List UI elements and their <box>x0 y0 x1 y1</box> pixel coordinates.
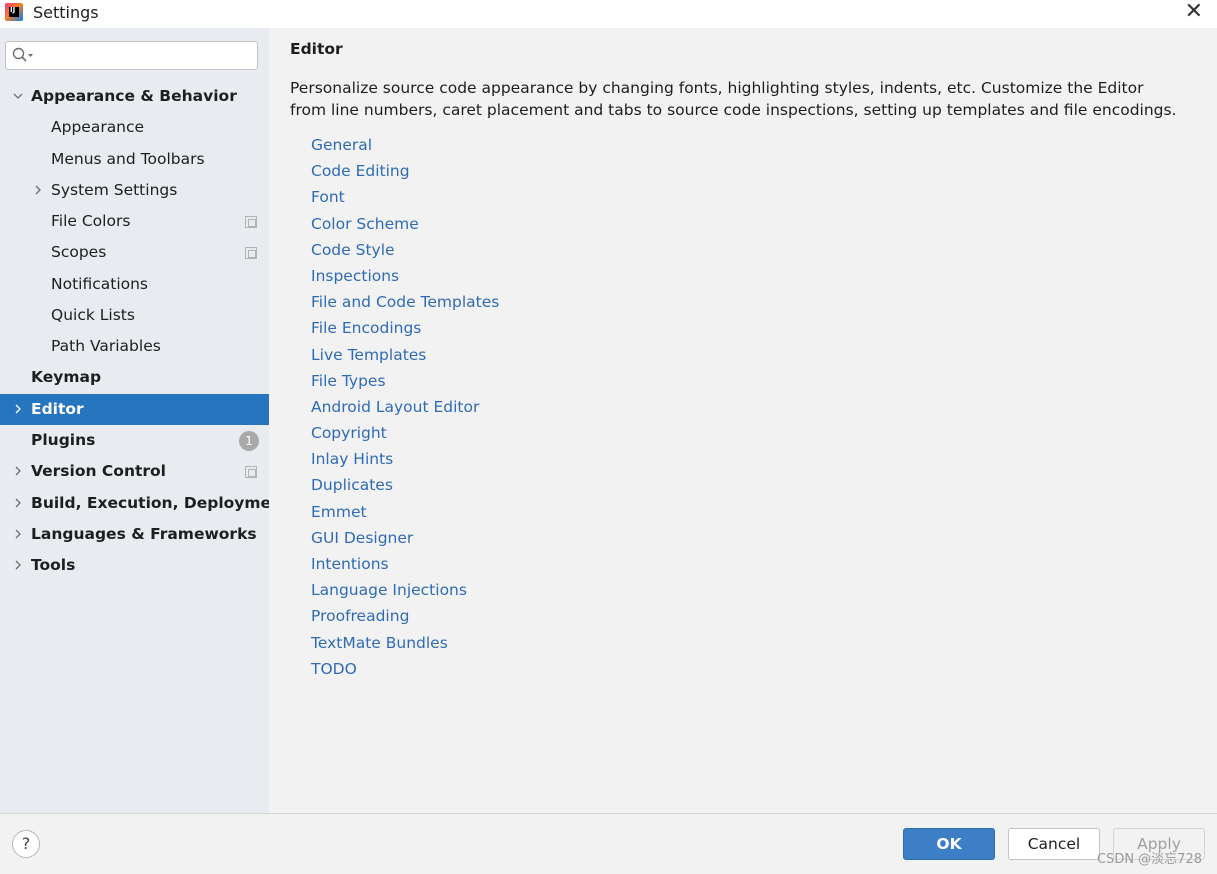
sidebar-item-languages-frameworks[interactable]: Languages & Frameworks <box>0 519 269 550</box>
intellij-logo-icon: IJ <box>5 3 23 21</box>
cancel-button[interactable]: Cancel <box>1008 828 1100 860</box>
update-count-badge: 1 <box>239 430 259 451</box>
link-color-scheme[interactable]: Color Scheme <box>311 211 499 237</box>
close-icon[interactable]: ✕ <box>1185 0 1203 24</box>
sidebar-item-appearance[interactable]: Appearance <box>0 112 269 143</box>
project-scope-icon <box>245 466 257 479</box>
sidebar-item-label: Appearance <box>51 118 145 137</box>
link-emmet[interactable]: Emmet <box>311 499 499 525</box>
link-language-injections[interactable]: Language Injections <box>311 577 499 603</box>
window-title: Settings <box>33 3 99 22</box>
chevron-right-icon[interactable] <box>13 404 23 414</box>
dialog-footer: ? OK Cancel Apply CSDN @淡忘728 <box>0 813 1217 874</box>
search-icon <box>12 47 33 62</box>
sidebar-item-label: System Settings <box>51 180 178 199</box>
link-code-style[interactable]: Code Style <box>311 237 499 263</box>
sidebar-item-system-settings[interactable]: System Settings <box>0 175 269 206</box>
sidebar-item-version-control[interactable]: Version Control <box>0 456 269 487</box>
sidebar-item-file-colors[interactable]: File Colors <box>0 206 269 237</box>
sidebar-item-label: Appearance & Behavior <box>31 87 237 105</box>
sidebar-item-label: File Colors <box>51 212 131 231</box>
sidebar-item-notifications[interactable]: Notifications <box>0 269 269 300</box>
page-title: Editor <box>290 40 343 58</box>
link-duplicates[interactable]: Duplicates <box>311 472 499 498</box>
sidebar-item-quick-lists[interactable]: Quick Lists <box>0 300 269 331</box>
chevron-right-icon[interactable] <box>33 185 43 195</box>
link-inlay-hints[interactable]: Inlay Hints <box>311 446 499 472</box>
link-android-layout-editor[interactable]: Android Layout Editor <box>311 394 499 420</box>
sidebar-item-label: Plugins <box>31 430 96 449</box>
ok-button[interactable]: OK <box>903 828 995 860</box>
chevron-right-icon[interactable] <box>13 529 23 539</box>
title-bar: IJ Settings ✕ <box>0 0 1217 28</box>
sidebar-item-tools[interactable]: Tools <box>0 550 269 581</box>
sidebar-item-label: Quick Lists <box>51 305 135 324</box>
sidebar-item-label: Version Control <box>31 462 166 481</box>
link-intentions[interactable]: Intentions <box>311 551 499 577</box>
sidebar-item-build-execution-deployment[interactable]: Build, Execution, Deployment <box>0 488 290 519</box>
project-scope-icon <box>245 247 257 260</box>
sidebar-item-appearance-behavior[interactable]: Appearance & Behavior <box>0 81 269 112</box>
settings-sidebar: Appearance & Behavior Appearance Menus and… <box>0 28 290 813</box>
sidebar-item-label: Languages & Frameworks <box>31 524 257 543</box>
chevron-right-icon[interactable] <box>13 498 23 508</box>
watermark: CSDN @淡忘728 <box>1096 852 1202 867</box>
editor-subsections-list: General Code Editing Font Color Scheme Code … <box>311 132 499 682</box>
link-general[interactable]: General <box>311 132 499 158</box>
link-file-types[interactable]: File Types <box>311 368 499 394</box>
sidebar-item-keymap[interactable]: Keymap <box>0 362 269 393</box>
sidebar-item-label: Tools <box>31 556 76 575</box>
sidebar-item-menus-and-toolbars[interactable]: Menus and Toolbars <box>0 144 269 175</box>
link-file-and-code-templates[interactable]: File and Code Templates <box>311 289 499 315</box>
sidebar-item-label: Path Variables <box>51 337 161 356</box>
search-input[interactable] <box>5 41 258 70</box>
link-textmate-bundles[interactable]: TextMate Bundles <box>311 630 499 656</box>
page-description: Personalize source code appearance by ch… <box>290 79 1177 119</box>
chevron-right-icon[interactable] <box>13 560 23 570</box>
link-gui-designer[interactable]: GUI Designer <box>311 525 499 551</box>
sidebar-item-label: Keymap <box>31 368 102 387</box>
sidebar-item-label: Scopes <box>51 243 107 262</box>
link-todo[interactable]: TODO <box>311 656 499 682</box>
link-code-editing[interactable]: Code Editing <box>311 158 499 184</box>
link-file-encodings[interactable]: File Encodings <box>311 315 499 341</box>
sidebar-item-label: Notifications <box>51 274 149 293</box>
link-live-templates[interactable]: Live Templates <box>311 342 499 368</box>
sidebar-item-label: Editor <box>31 399 84 418</box>
project-scope-icon <box>245 216 257 229</box>
chevron-right-icon[interactable] <box>13 466 23 476</box>
sidebar-item-plugins[interactable]: Plugins 1 <box>0 425 269 456</box>
chevron-down-icon[interactable] <box>13 91 23 101</box>
link-copyright[interactable]: Copyright <box>311 420 499 446</box>
link-font[interactable]: Font <box>311 184 499 210</box>
help-button[interactable]: ? <box>12 830 40 858</box>
sidebar-item-editor[interactable]: Editor <box>0 393 269 425</box>
sidebar-item-label: Menus and Toolbars <box>51 149 205 168</box>
sidebar-item-label: Build, Execution, Deployment <box>31 493 290 512</box>
link-inspections[interactable]: Inspections <box>311 263 499 289</box>
app-icon-text: IJ <box>10 6 16 14</box>
sidebar-item-path-variables[interactable]: Path Variables <box>0 331 269 362</box>
sidebar-item-scopes[interactable]: Scopes <box>0 237 269 268</box>
link-proofreading[interactable]: Proofreading <box>311 603 499 629</box>
main-panel: Editor Personalize source code appearanc… <box>269 28 1217 813</box>
